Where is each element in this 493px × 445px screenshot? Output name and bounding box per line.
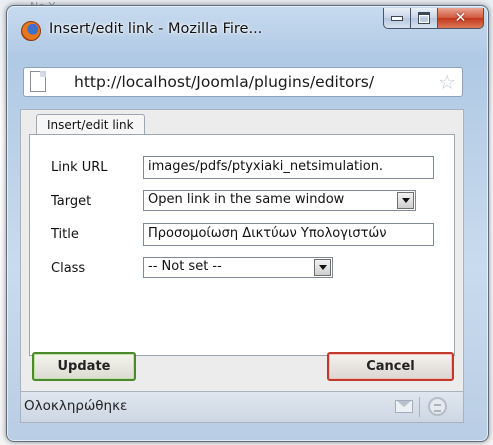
class-select[interactable]: -- Not set -- [143, 257, 333, 278]
close-icon: ✕ [454, 10, 467, 26]
title-label: Title [51, 227, 79, 242]
page-icon [30, 71, 46, 92]
target-selected-value: Open link in the same window [148, 192, 345, 207]
minimize-button[interactable] [383, 8, 411, 29]
cancel-button[interactable]: Cancel [327, 352, 454, 381]
status-bar: Ολοκληρώθηκε [20, 392, 464, 423]
tab-insert-edit-link[interactable]: Insert/edit link [36, 114, 145, 135]
target-label: Target [51, 194, 92, 209]
titlebar[interactable]: Insert/edit link - Mozilla Fire... ✕ [7, 6, 488, 42]
caption-buttons: ✕ [383, 8, 484, 30]
class-label: Class [51, 261, 86, 276]
firefox-icon [21, 21, 41, 41]
target-row: Target Open link in the same window [30, 190, 454, 214]
chevron-down-icon [401, 198, 410, 203]
addon-icon[interactable] [428, 397, 447, 416]
update-button[interactable]: Update [32, 352, 136, 381]
target-dropdown-button[interactable] [397, 192, 414, 209]
target-select[interactable]: Open link in the same window [143, 190, 416, 211]
dialog-content: Insert/edit link Link URL images/pdfs/pt… [20, 109, 464, 392]
class-row: Class -- Not set -- [30, 257, 454, 281]
chevron-down-icon [318, 265, 327, 270]
status-divider [419, 397, 420, 417]
title-row: Title Προσομοίωση Δικτύων Υπολογιστών [30, 223, 454, 247]
general-panel: Link URL images/pdfs/ptyxiaki_netsimulat… [29, 134, 455, 356]
title-input[interactable]: Προσομοίωση Δικτύων Υπολογιστών [143, 223, 434, 246]
address-bar[interactable]: http://localhost/Joomla/plugins/editors/… [23, 67, 463, 97]
class-selected-value: -- Not set -- [148, 259, 222, 274]
mail-icon[interactable] [395, 400, 413, 413]
link-url-input[interactable]: images/pdfs/ptyxiaki_netsimulation. [143, 156, 434, 179]
maximize-button[interactable] [411, 8, 438, 29]
bookmark-star-icon[interactable]: ☆ [438, 70, 456, 94]
class-dropdown-button[interactable] [314, 259, 331, 276]
link-url-row: Link URL images/pdfs/ptyxiaki_netsimulat… [30, 156, 454, 180]
link-url-label: Link URL [51, 160, 108, 175]
close-button[interactable]: ✕ [438, 8, 484, 29]
status-text: Ολοκληρώθηκε [24, 398, 128, 414]
maximize-icon [418, 12, 430, 24]
window-title: Insert/edit link - Mozilla Fire... [49, 21, 263, 37]
minimize-icon [391, 15, 403, 21]
url-text[interactable]: http://localhost/Joomla/plugins/editors/ [74, 73, 424, 91]
